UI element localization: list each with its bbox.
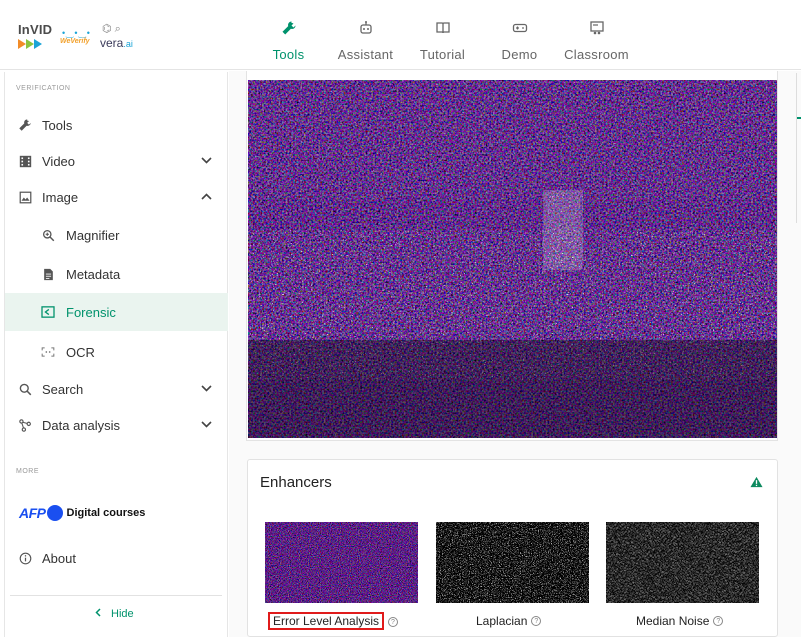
classroom-icon xyxy=(588,20,606,38)
median-noise-thumbnail-image xyxy=(606,522,759,603)
sidebar-item-magnifier[interactable]: Magnifier xyxy=(5,217,228,253)
vera-ai-logo: ⌬ ⌕ vera.ai xyxy=(100,23,133,50)
search-icon xyxy=(17,381,33,397)
film-icon xyxy=(17,153,33,169)
laplacian-thumbnail-image xyxy=(436,522,589,603)
chevron-down-icon[interactable] xyxy=(201,419,212,431)
enhancers-card: Enhancers Error Level Analysis ? Laplaci… xyxy=(247,459,778,637)
median-noise-filter-label[interactable]: Median Noise ? xyxy=(636,612,724,630)
ela-noise-pattern xyxy=(248,80,777,438)
sidebar-item-label: Forensic xyxy=(66,304,116,320)
weverify-logo-text: WeVerify xyxy=(60,38,90,45)
enhancers-title: Enhancers xyxy=(260,474,332,491)
sidebar-divider xyxy=(10,595,222,596)
section-label-more: MORE xyxy=(16,468,39,475)
ela-thumbnail-image xyxy=(265,522,418,603)
sidebar-item-label: Search xyxy=(42,381,84,397)
sidebar-item-label: Metadata xyxy=(66,266,121,282)
sidebar-item-label: OCR xyxy=(66,344,95,360)
tab-classroom-label: Classroom xyxy=(564,47,629,62)
invid-logo-text: InVID xyxy=(18,22,53,37)
sidebar-item-label: Data analysis xyxy=(42,417,121,433)
book-icon xyxy=(434,20,452,38)
top-app-bar: InVID •‿•‿• WeVerify ⌬ ⌕ vera.ai Tools A… xyxy=(0,0,801,70)
tab-tools[interactable]: Tools xyxy=(250,0,327,70)
vera-logo-text: vera xyxy=(100,36,124,50)
sidebar-item-data-analysis[interactable]: Data analysis xyxy=(5,407,228,443)
laplacian-thumbnail[interactable] xyxy=(436,522,589,603)
tab-tools-label: Tools xyxy=(272,47,305,62)
magnifier-icon xyxy=(40,227,56,243)
sidebar-item-label: Magnifier xyxy=(66,227,120,243)
chevron-up-icon[interactable] xyxy=(201,191,212,203)
wrench-icon xyxy=(280,20,298,38)
network-icon xyxy=(17,417,33,433)
sidebar-item-label: Video xyxy=(42,153,76,169)
info-icon xyxy=(17,550,33,566)
afp-logo-dot xyxy=(46,505,63,521)
weverify-logo: •‿•‿• WeVerify xyxy=(60,28,91,45)
vera-logo-suffix: .ai xyxy=(123,39,133,49)
forensic-icon xyxy=(40,304,56,320)
sidebar-item-label: Tools xyxy=(42,117,73,133)
tab-demo-label: Demo xyxy=(501,47,538,62)
sidebar-item-metadata[interactable]: Metadata xyxy=(5,256,228,292)
afp-digital-courses-label: Digital courses xyxy=(66,507,146,519)
sidebar-item-label: Image xyxy=(42,189,79,205)
ela-thumbnail[interactable] xyxy=(265,522,418,603)
sidebar-item-video[interactable]: Video xyxy=(5,143,228,179)
median-noise-filter-text: Median Noise xyxy=(636,614,710,628)
median-noise-thumbnail[interactable] xyxy=(606,522,759,603)
chevron-left-icon xyxy=(95,608,101,620)
laplacian-filter-text: Laplacian xyxy=(476,614,528,628)
tab-demo[interactable]: Demo xyxy=(481,0,558,70)
invid-logo: InVID xyxy=(18,22,58,50)
tab-assistant[interactable]: Assistant xyxy=(327,0,404,70)
sidebar-item-search[interactable]: Search xyxy=(5,371,228,407)
sidebar-item-about[interactable]: About xyxy=(5,540,228,576)
sidebar-item-label: About xyxy=(42,550,76,566)
gamepad-icon xyxy=(511,20,529,38)
sidebar-item-forensic[interactable]: Forensic xyxy=(5,293,228,331)
chevron-down-icon[interactable] xyxy=(201,383,212,395)
warning-icon[interactable] xyxy=(750,475,763,488)
sidebar-item-image[interactable]: Image xyxy=(5,179,228,215)
ela-filter-text: Error Level Analysis xyxy=(273,614,380,628)
ela-help-icon[interactable]: ? xyxy=(388,613,398,631)
hide-sidebar-button[interactable]: Hide xyxy=(95,608,134,620)
ela-result-image[interactable] xyxy=(248,80,777,438)
afp-digital-courses-link[interactable]: AFP Digital courses xyxy=(19,505,145,521)
afp-logo: AFP xyxy=(19,505,46,521)
help-icon[interactable]: ? xyxy=(531,616,542,626)
wrench-icon xyxy=(17,117,33,133)
ela-filter-label[interactable]: Error Level Analysis xyxy=(268,612,385,630)
document-icon xyxy=(40,266,56,282)
hide-sidebar-label: Hide xyxy=(111,608,134,620)
image-icon xyxy=(17,189,33,205)
sidebar-item-ocr[interactable]: OCR xyxy=(5,334,228,370)
chevron-down-icon[interactable] xyxy=(201,155,212,167)
sidebar: VERIFICATION Tools Video Image Magnifier xyxy=(4,72,228,637)
robot-icon xyxy=(357,20,375,38)
brand-logos[interactable]: InVID •‿•‿• WeVerify ⌬ ⌕ vera.ai xyxy=(18,22,144,52)
right-panel-edge xyxy=(796,73,801,223)
main-nav: Tools Assistant Tutorial Demo Classroom xyxy=(250,0,635,70)
tab-tutorial[interactable]: Tutorial xyxy=(404,0,481,70)
help-icon[interactable]: ? xyxy=(713,616,724,626)
section-label-verification: VERIFICATION xyxy=(16,85,71,92)
tab-classroom[interactable]: Classroom xyxy=(558,0,635,70)
tab-tutorial-label: Tutorial xyxy=(419,47,466,62)
ocr-icon xyxy=(40,344,56,360)
sidebar-item-tools[interactable]: Tools xyxy=(5,107,228,143)
tab-assistant-label: Assistant xyxy=(337,47,394,62)
laplacian-filter-label[interactable]: Laplacian ? xyxy=(476,612,542,630)
